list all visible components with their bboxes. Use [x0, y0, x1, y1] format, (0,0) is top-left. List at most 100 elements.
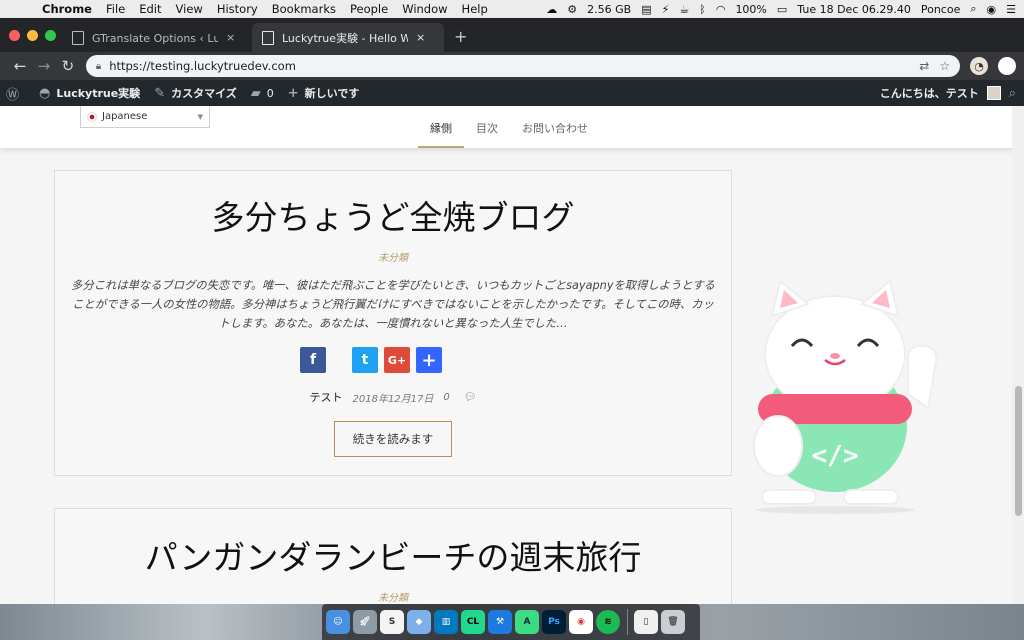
menu-chrome[interactable]: Chrome	[42, 2, 92, 16]
admin-customize[interactable]: ✎ カスタマイズ	[154, 85, 237, 101]
post-title[interactable]: パンガンダランビーチの週末旅行	[55, 531, 731, 579]
drive-icon[interactable]: ▤	[641, 3, 651, 16]
brush-icon: ✎	[154, 85, 166, 101]
add-share-icon[interactable]: +	[416, 347, 442, 373]
dock-photoshop-icon[interactable]: Ps	[542, 610, 566, 634]
japan-flag-icon	[87, 111, 97, 122]
menu-edit[interactable]: Edit	[139, 2, 161, 16]
facebook-share-icon[interactable]: f	[300, 347, 326, 373]
battery-icon[interactable]: ▭	[777, 3, 787, 16]
admin-account-area: こんにちは、テスト ⌕	[880, 85, 1024, 101]
comments-icon[interactable]: 💬︎	[464, 392, 477, 403]
tab-gtranslate-options[interactable]: GTranslate Options ‹ Luckytrue実験 ×	[62, 23, 250, 52]
dock-spotify-icon[interactable]: ≋	[596, 610, 620, 634]
read-more-button[interactable]: 続きを読みます	[334, 421, 452, 457]
comment-count: 0	[266, 86, 274, 100]
tab-strip: GTranslate Options ‹ Luckytrue実験 × Lucky…	[0, 18, 1024, 52]
new-tab-button[interactable]: +	[454, 27, 467, 46]
menu-window[interactable]: Window	[402, 2, 447, 16]
forward-button[interactable]: →	[32, 57, 56, 75]
share-buttons: f t G+ +	[17, 347, 731, 373]
cloud-icon[interactable]: ☁	[546, 3, 557, 16]
page-favicon-icon	[262, 30, 274, 45]
page-scrollbar[interactable]	[1012, 106, 1024, 604]
language-selected: Japanese	[102, 111, 148, 122]
menu-bookmarks[interactable]: Bookmarks	[272, 2, 336, 16]
dock-documents-icon[interactable]: ▯	[634, 610, 658, 634]
zoom-window-button[interactable]	[45, 30, 56, 41]
coffee-icon[interactable]: ☕	[679, 3, 689, 16]
minimize-window-button[interactable]	[27, 30, 38, 41]
dock-scrivener-icon[interactable]: S	[380, 610, 404, 634]
post-comment-count[interactable]: 0	[443, 392, 449, 403]
scrollbar-thumb[interactable]	[1015, 386, 1022, 516]
battery-percent[interactable]: 100%	[735, 3, 766, 16]
dock-clion-icon[interactable]: CL	[461, 610, 485, 634]
memory-icon[interactable]: ⚙	[567, 3, 577, 16]
post-category[interactable]: 未分類	[55, 249, 731, 264]
dock-xcode-icon[interactable]: ⚒	[488, 610, 512, 634]
dock-trash-icon[interactable]: 🗑︎	[661, 610, 685, 634]
dock-launchpad-icon[interactable]: 🚀︎	[353, 610, 377, 634]
clock[interactable]: Tue 18 Dec 06.29.40	[797, 3, 911, 16]
google-plus-share-icon[interactable]: G+	[384, 347, 410, 373]
dock-cube-icon[interactable]: ◆	[407, 610, 431, 634]
post-date[interactable]: 2018年12月17日	[353, 390, 434, 405]
admin-site-name[interactable]: ◓ Luckytrue実験	[39, 85, 140, 101]
bolt-icon[interactable]: ⚡	[662, 3, 670, 16]
admin-comments[interactable]: ▰ 0	[251, 86, 274, 101]
tab-hello-world[interactable]: Luckytrue実験 - Hello Worldの実験 ×	[252, 23, 444, 52]
user-name[interactable]: Poncoe	[921, 3, 961, 16]
close-tab-icon[interactable]: ×	[416, 31, 425, 44]
nav-item-home[interactable]: 縁側	[418, 106, 464, 148]
url-text[interactable]: https://testing.luckytruedev.com	[109, 59, 909, 73]
twitter-share-icon[interactable]: t	[352, 347, 378, 373]
post-author[interactable]: テスト	[310, 389, 343, 405]
translate-icon[interactable]: ⇄	[919, 59, 929, 73]
lock-icon[interactable]: 🔒︎	[96, 61, 101, 72]
dock-android-studio-icon[interactable]: A	[515, 610, 539, 634]
menu-help[interactable]: Help	[462, 2, 488, 16]
menu-history[interactable]: History	[217, 2, 258, 16]
menu-people[interactable]: People	[350, 2, 388, 16]
browser-window: GTranslate Options ‹ Luckytrue実験 × Lucky…	[0, 18, 1024, 604]
page-viewport: Japanese ▼ 縁側 目次 お問い合わせ 多分ちょうど全焼ブログ 未分類 …	[0, 106, 1024, 604]
wp-admin-bar: Ⓦ ◓ Luckytrue実験 ✎ カスタマイズ ▰ 0 + 新しいです こんに…	[0, 80, 1024, 106]
dock-trello-icon[interactable]: ▥	[434, 610, 458, 634]
page-favicon-icon	[72, 30, 84, 45]
spotlight-search-icon[interactable]: ⌕	[970, 2, 976, 16]
close-window-button[interactable]	[9, 30, 20, 41]
siri-icon[interactable]: ◉	[987, 3, 997, 16]
memory-usage[interactable]: 2.56 GB	[587, 3, 631, 16]
dock-finder-icon[interactable]: ☺	[326, 610, 350, 634]
tab-title: Luckytrue実験 - Hello Worldの実験	[282, 31, 408, 45]
reload-button[interactable]: ↻	[56, 57, 80, 75]
language-selector[interactable]: Japanese ▼	[80, 106, 210, 128]
back-button[interactable]: ←	[8, 57, 32, 75]
post-category[interactable]: 未分類	[55, 589, 731, 604]
address-bar[interactable]: 🔒︎ https://testing.luckytruedev.com ⇄ ☆	[85, 55, 961, 77]
admin-greeting[interactable]: こんにちは、テスト	[880, 85, 979, 101]
bluetooth-icon[interactable]: ᛒ	[699, 3, 706, 16]
tab-title: GTranslate Options ‹ Luckytrue実験	[92, 31, 218, 45]
wifi-icon[interactable]: ◠	[716, 3, 726, 16]
admin-new-content[interactable]: + 新しいです	[288, 85, 360, 101]
site-name-label: Luckytrue実験	[56, 87, 141, 100]
site-header: Japanese ▼ 縁側 目次 お問い合わせ	[0, 106, 1024, 148]
dock-chrome-icon[interactable]: ◉	[569, 610, 593, 634]
admin-search-icon[interactable]: ⌕	[1009, 86, 1016, 101]
notification-center-icon[interactable]: ☰	[1006, 3, 1016, 16]
profile-avatar-icon[interactable]	[998, 57, 1017, 75]
nav-item-contact[interactable]: お問い合わせ	[510, 106, 600, 148]
bookmark-star-icon[interactable]: ☆	[939, 59, 950, 73]
menu-file[interactable]: File	[106, 2, 125, 16]
extension-icon[interactable]: ◔	[970, 57, 989, 75]
post-card: 多分ちょうど全焼ブログ 未分類 多分これは単なるブログの失恋です。唯一、彼はただ…	[54, 170, 732, 476]
nav-item-contents[interactable]: 目次	[464, 106, 510, 148]
menu-view[interactable]: View	[176, 2, 203, 16]
post-title[interactable]: 多分ちょうど全焼ブログ	[55, 191, 731, 239]
close-tab-icon[interactable]: ×	[226, 31, 235, 44]
wordpress-logo-menu[interactable]: Ⓦ	[6, 84, 25, 103]
user-avatar[interactable]	[986, 86, 1001, 100]
menubar-status-area: ☁ ⚙ 2.56 GB ▤ ⚡ ☕ ᛒ ◠ 100% ▭ Tue 18 Dec …	[546, 2, 1024, 16]
